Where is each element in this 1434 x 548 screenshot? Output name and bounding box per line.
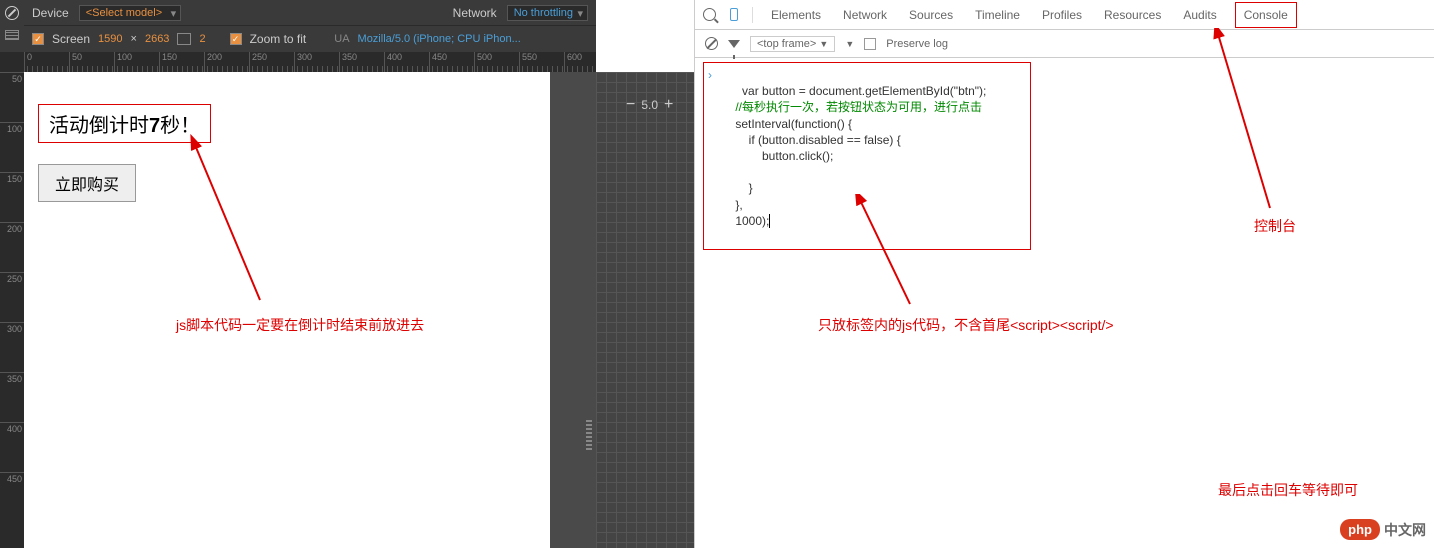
ruler-horizontal: 050100150200250300350400450500550600650 bbox=[24, 52, 596, 72]
ua-label: UA bbox=[334, 33, 349, 45]
zoom-controls: − 5.0 + bbox=[626, 96, 673, 114]
tab-audits[interactable]: Audits bbox=[1179, 2, 1220, 28]
cn-text: 中文网 bbox=[1384, 520, 1426, 540]
zoom-out-button[interactable]: − bbox=[626, 96, 635, 114]
frame-select[interactable]: <top frame> ▼ bbox=[750, 36, 835, 52]
clear-icon[interactable] bbox=[705, 37, 718, 50]
devtools-panel: Elements Network Sources Timeline Profil… bbox=[694, 0, 1434, 548]
screen-label: Screen bbox=[52, 32, 90, 46]
console-input[interactable]: ›var button = document.getElementById("b… bbox=[703, 62, 1031, 250]
devtools-tabs: Elements Network Sources Timeline Profil… bbox=[695, 0, 1434, 30]
screen-checkbox[interactable]: ✓ bbox=[32, 33, 44, 45]
screen-width[interactable]: 1590 bbox=[98, 33, 122, 45]
tab-profiles[interactable]: Profiles bbox=[1038, 2, 1086, 28]
tab-elements[interactable]: Elements bbox=[767, 2, 825, 28]
device-emulation-panel: Device <Select model> Network No throttl… bbox=[0, 0, 596, 548]
tab-resources[interactable]: Resources bbox=[1100, 2, 1165, 28]
list-icon[interactable] bbox=[5, 30, 19, 40]
screen-height[interactable]: 2663 bbox=[145, 33, 169, 45]
tab-console[interactable]: Console bbox=[1235, 2, 1297, 28]
countdown-box: 活动倒计时7秒！ bbox=[38, 104, 211, 143]
console-toolbar: <top frame> ▼ ▼ Preserve log bbox=[695, 30, 1434, 58]
annotation-left: js脚本代码一定要在倒计时结束前放进去 bbox=[176, 315, 424, 335]
preserve-log-label: Preserve log bbox=[886, 38, 948, 50]
device-viewport: 活动倒计时7秒！ 立即购买 bbox=[24, 72, 550, 548]
preserve-log-checkbox[interactable] bbox=[864, 38, 876, 50]
device-select[interactable]: <Select model> bbox=[79, 5, 181, 21]
viewport-grid bbox=[596, 72, 694, 548]
filter-icon[interactable] bbox=[728, 40, 740, 48]
zoom-in-button[interactable]: + bbox=[664, 96, 673, 114]
throttle-select[interactable]: No throttling bbox=[507, 5, 588, 21]
tab-network[interactable]: Network bbox=[839, 2, 891, 28]
swap-icon[interactable] bbox=[177, 33, 191, 45]
device-label: Device bbox=[32, 6, 69, 20]
no-icon[interactable] bbox=[5, 6, 19, 20]
device-toggle-icon[interactable] bbox=[730, 8, 738, 21]
zoom-label: Zoom to fit bbox=[250, 32, 307, 46]
zoom-checkbox[interactable]: ✓ bbox=[230, 33, 242, 45]
zoom-value: 5.0 bbox=[641, 98, 658, 112]
tab-timeline[interactable]: Timeline bbox=[971, 2, 1024, 28]
buy-button[interactable]: 立即购买 bbox=[38, 164, 136, 202]
device-toolbar: Device <Select model> Network No throttl… bbox=[24, 0, 596, 52]
annotation-console: 控制台 bbox=[1254, 216, 1296, 236]
dpr-badge: 2 bbox=[199, 33, 205, 45]
annotation-bottom: 最后点击回车等待即可 bbox=[1218, 480, 1358, 500]
ruler-vertical: 50100150200250300350400450 bbox=[0, 52, 24, 548]
search-icon[interactable] bbox=[703, 8, 716, 21]
tab-sources[interactable]: Sources bbox=[905, 2, 957, 28]
ua-value[interactable]: Mozilla/5.0 (iPhone; CPU iPhon... bbox=[358, 33, 521, 45]
php-badge: php bbox=[1340, 519, 1380, 540]
watermark: php 中文网 bbox=[1340, 519, 1426, 540]
dropdown-icon[interactable]: ▼ bbox=[845, 39, 854, 49]
network-label: Network bbox=[453, 6, 497, 20]
left-sidebar bbox=[0, 0, 24, 52]
viewport-gutter bbox=[550, 72, 596, 548]
prompt-icon: › bbox=[708, 67, 712, 83]
resize-handle[interactable] bbox=[586, 420, 592, 450]
annotation-code: 只放标签内的js代码，不含首尾<script><script/> bbox=[818, 315, 1114, 335]
console-area[interactable]: ›var button = document.getElementById("b… bbox=[703, 62, 1424, 548]
